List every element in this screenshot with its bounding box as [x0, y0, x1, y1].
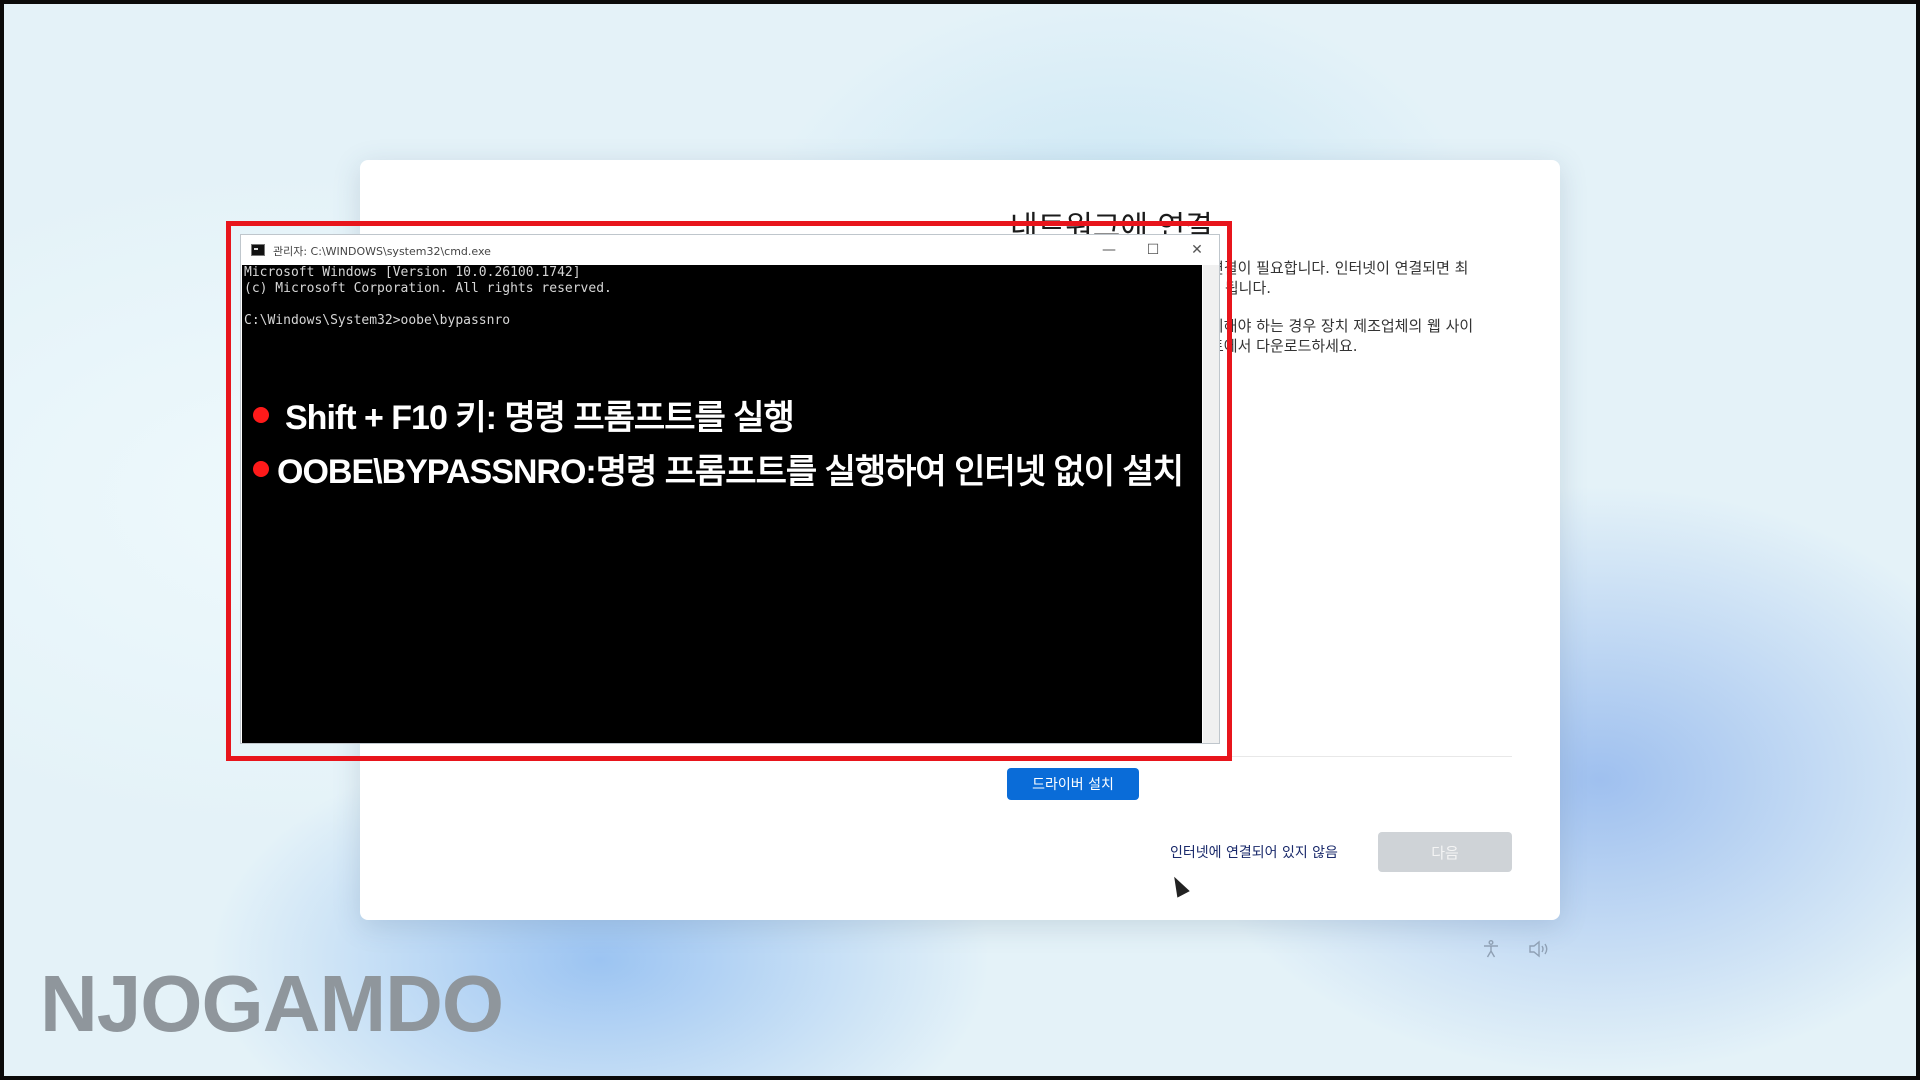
close-button[interactable]: ✕ — [1175, 235, 1219, 265]
annotation-text-1: Shift + F10 키: 명령 프롬프트를 실행 — [285, 399, 795, 437]
cmd-scrollbar[interactable] — [1203, 265, 1219, 743]
volume-icon[interactable] — [1528, 938, 1550, 960]
annotation-bullet-1: Shift + F10 키: 명령 프롬프트를 실행 — [253, 390, 795, 439]
red-dot-icon — [253, 460, 269, 477]
no-internet-link[interactable]: 인터넷에 연결되어 있지 않음 — [1170, 842, 1338, 862]
annotation-text-2: OOBE\BYPASSNRO:명령 프롬프트를 실행하여 인터넷 없이 설치 — [277, 453, 1184, 491]
oobe-desc-2-line-2: 트에서 다운로드하세요. — [1210, 337, 1358, 355]
red-dot-icon — [253, 406, 269, 423]
cmd-app-icon — [251, 244, 265, 256]
oobe-desc-2-line-1: 치해야 하는 경우 장치 제조업체의 웹 사이 — [1210, 317, 1474, 335]
install-driver-button[interactable]: 드라이버 설치 — [1007, 768, 1139, 800]
next-button[interactable]: 다음 — [1378, 832, 1512, 872]
console-line: Microsoft Windows [Version 10.0.26100.17… — [244, 265, 581, 280]
maximize-button[interactable]: ☐ — [1131, 235, 1175, 265]
cmd-console[interactable]: Microsoft Windows [Version 10.0.26100.17… — [242, 265, 1202, 743]
oobe-desc-paragraph-1: 연결이 필요합니다. 인터넷이 연결되면 최 || 됩니다. — [1210, 258, 1540, 298]
console-line: (c) Microsoft Corporation. All rights re… — [244, 281, 612, 296]
oobe-description: 연결이 필요합니다. 인터넷이 연결되면 최 || 됩니다. 치해야 하는 경우… — [1210, 258, 1540, 374]
oobe-desc-paragraph-2: 치해야 하는 경우 장치 제조업체의 웹 사이 트에서 다운로드하세요. — [1210, 316, 1540, 356]
oobe-desc-1-line-1: 연결이 필요합니다. 인터넷이 연결되면 최 — [1210, 259, 1469, 277]
oobe-divider — [400, 756, 1512, 757]
annotation-bullet-2: OOBE\BYPASSNRO:명령 프롬프트를 실행하여 인터넷 없이 설치 — [253, 444, 1184, 493]
minimize-button[interactable]: — — [1087, 235, 1131, 265]
console-line: C:\Windows\System32>oobe\bypassnro — [244, 313, 511, 328]
accessibility-icon[interactable] — [1480, 938, 1502, 960]
cmd-titlebar[interactable]: 관리자: C:\WINDOWS\system32\cmd.exe — ☐ ✕ — [241, 235, 1219, 265]
cmd-window-title: 관리자: C:\WINDOWS\system32\cmd.exe — [273, 245, 491, 258]
watermark: NJOGAMDO — [40, 959, 504, 1048]
